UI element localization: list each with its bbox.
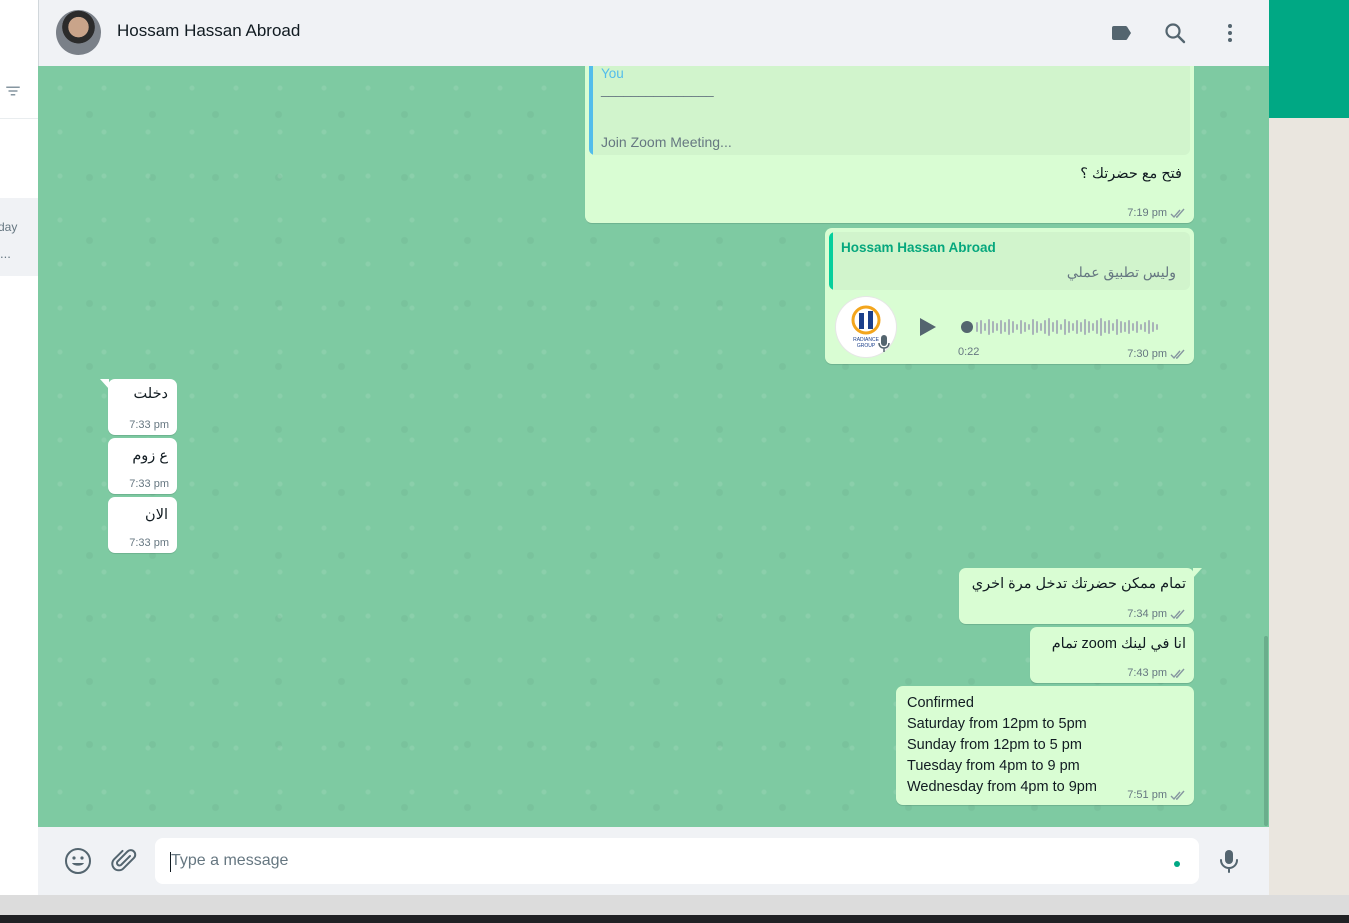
contact-name[interactable]: Hossam Hassan Abroad [117, 21, 300, 41]
message-text: ع زوم [132, 448, 168, 464]
emoji-icon[interactable] [64, 847, 92, 875]
message-outgoing[interactable]: انا في لينك zoom تمام 7:43 pm [1030, 627, 1194, 683]
message-meta: 7:43 pm [1127, 667, 1186, 679]
quote-text: وليس تطبيق عملي [1066, 264, 1176, 280]
message-list[interactable]: You _______________ Join Zoom Meeting...… [38, 66, 1269, 827]
app-accent-band [1269, 0, 1349, 118]
contact-avatar[interactable] [56, 10, 101, 55]
message-incoming[interactable]: الان 7:33 pm [108, 497, 177, 553]
attach-icon[interactable] [110, 847, 138, 875]
message-line: Confirmed [907, 695, 974, 711]
microphone-icon[interactable] [1215, 847, 1243, 875]
chat-list-item-selected[interactable] [0, 198, 38, 276]
message-line: Wednesday from 4pm to 9pm [907, 779, 1097, 795]
message-text: فتح مع حضرتك ؟ [1080, 166, 1182, 182]
message-time: 7:34 pm [1127, 608, 1167, 620]
quote-text: Join Zoom Meeting... [601, 134, 732, 150]
os-taskbar [0, 915, 1349, 923]
double-check-icon [1170, 208, 1185, 218]
conversation-header: Hossam Hassan Abroad [38, 0, 1269, 66]
message-outgoing[interactable]: تمام ممكن حضرتك تدخل مرة اخري 7:34 pm [959, 568, 1202, 624]
message-time: 7:33 pm [129, 478, 169, 490]
message-time: 7:33 pm [129, 537, 169, 549]
voice-duration: 0:22 [958, 346, 980, 358]
bubble-tail [1193, 568, 1202, 578]
window-bottom-gap [0, 895, 1349, 915]
message-meta: 7:34 pm [1127, 608, 1186, 620]
quoted-message[interactable]: Hossam Hassan Abroad وليس تطبيق عملي [829, 232, 1190, 290]
quote-bar [589, 66, 593, 155]
message-time: 7:19 pm [1127, 207, 1167, 219]
double-check-icon [1170, 609, 1185, 619]
sender-avatar: RADIANCE GROUP [836, 297, 896, 357]
message-meta: 7:51 pm [1127, 789, 1186, 801]
message-outgoing-voice[interactable]: Hossam Hassan Abroad وليس تطبيق عملي RAD… [825, 228, 1194, 364]
play-icon[interactable] [915, 315, 939, 339]
quote-bar [829, 232, 833, 290]
message-input[interactable] [155, 838, 1199, 884]
message-text: تمام ممكن حضرتك تدخل مرة اخري [971, 576, 1186, 592]
company-logo-icon [851, 305, 881, 335]
bubble-tail [100, 379, 109, 389]
filter-icon[interactable] [4, 82, 22, 100]
message-line: Tuesday from 4pm to 9 pm [907, 758, 1080, 774]
menu-dots-icon[interactable] [1218, 21, 1242, 45]
message-text: Confirmed Saturday from 12pm to 5pm Sund… [907, 693, 1097, 798]
message-list-scrollbar[interactable] [1264, 636, 1268, 826]
message-incoming[interactable]: ع زوم 7:33 pm [108, 438, 177, 494]
voice-waveform[interactable] [960, 316, 1170, 338]
message-meta: 7:30 pm [1127, 348, 1186, 360]
message-text: انا في لينك zoom تمام [1051, 636, 1186, 652]
chat-list-item-day: day [0, 220, 18, 234]
message-text: دخلت [133, 386, 168, 402]
quote-author: You [601, 66, 624, 81]
quote-line: _______________ [601, 82, 714, 97]
label-icon[interactable] [1109, 21, 1133, 45]
message-outgoing-quoted[interactable]: You _______________ Join Zoom Meeting...… [585, 66, 1194, 223]
message-incoming[interactable]: دخلت 7:33 pm [100, 379, 177, 435]
message-time: 7:33 pm [129, 419, 169, 431]
composer [38, 827, 1269, 895]
sidebar-divider [0, 118, 38, 119]
message-time: 7:43 pm [1127, 667, 1167, 679]
microphone-icon [878, 335, 890, 352]
double-check-icon [1170, 668, 1185, 678]
quote-author: Hossam Hassan Abroad [841, 240, 996, 255]
double-check-icon [1170, 790, 1185, 800]
chat-list-sidebar: day ... [0, 0, 38, 895]
message-time: 7:30 pm [1127, 348, 1167, 360]
status-dot [1174, 861, 1180, 867]
message-meta: 7:19 pm [1127, 207, 1186, 219]
message-time: 7:51 pm [1127, 789, 1167, 801]
message-outgoing-schedule[interactable]: Confirmed Saturday from 12pm to 5pm Sund… [896, 686, 1194, 805]
quoted-message[interactable]: You _______________ Join Zoom Meeting... [589, 66, 1190, 155]
double-check-icon [1170, 349, 1185, 359]
text-caret [170, 852, 171, 872]
app-background [1269, 118, 1349, 895]
search-icon[interactable] [1163, 21, 1187, 45]
chat-list-item-preview: ... [0, 246, 11, 261]
message-line: Saturday from 12pm to 5pm [907, 716, 1087, 732]
message-text: الان [145, 507, 168, 523]
message-line: Sunday from 12pm to 5 pm [907, 737, 1082, 753]
